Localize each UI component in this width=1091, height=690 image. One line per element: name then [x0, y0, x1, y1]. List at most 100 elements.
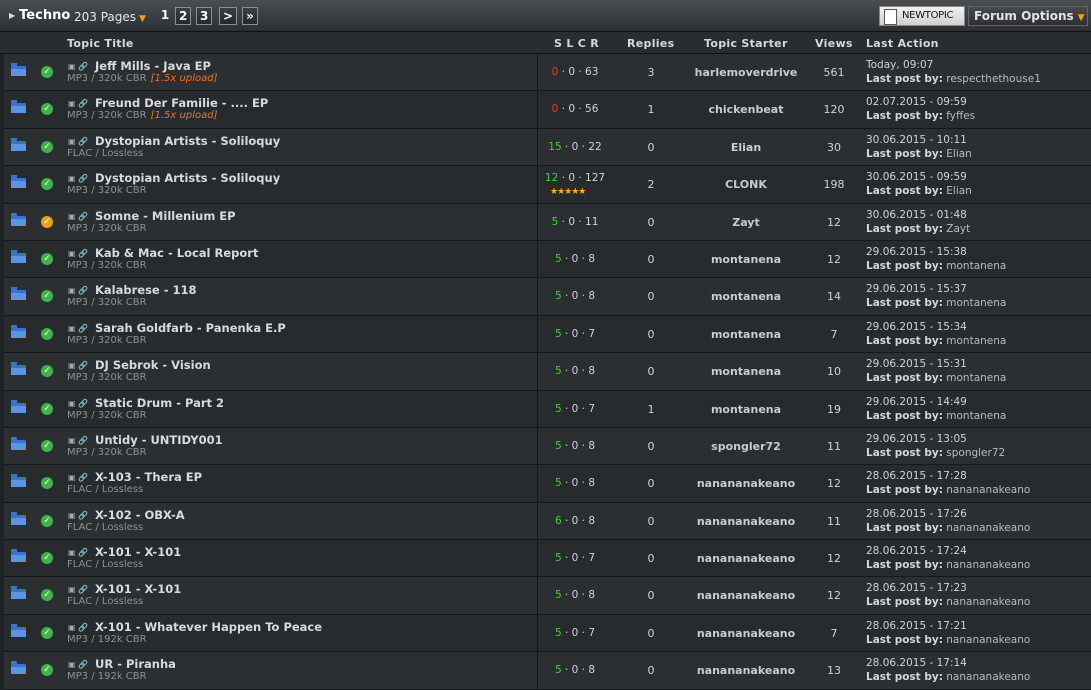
topic-title-link[interactable]: Dystopian Artists - Soliloquy — [95, 134, 280, 148]
topic-starter-link[interactable]: nanananakeano — [676, 664, 816, 677]
topic-title-link[interactable]: Jeff Mills - Java EP — [95, 59, 211, 73]
last-page-button[interactable]: » — [242, 7, 258, 25]
last-poster-link[interactable]: montanena — [946, 335, 1006, 347]
next-page-button[interactable]: > — [219, 7, 238, 25]
col-views[interactable]: Views — [815, 37, 853, 50]
col-replies[interactable]: Replies — [627, 37, 674, 50]
topic-title-link[interactable]: Kab & Mac - Local Report — [95, 246, 258, 260]
last-poster-link[interactable]: montanena — [946, 410, 1006, 422]
topic-starter-link[interactable]: nanananakeano — [676, 589, 816, 602]
topic-title-link[interactable]: Static Drum - Part 2 — [95, 396, 224, 410]
last-poster-link[interactable]: nanananakeano — [946, 559, 1030, 571]
views-count: 11 — [827, 514, 841, 528]
last-poster-link[interactable]: spongler72 — [946, 447, 1005, 459]
col-topic-title[interactable]: Topic Title — [67, 37, 134, 50]
format-label: FLAC / Lossless — [67, 596, 144, 608]
torrent-attachment-icon[interactable]: ▣ 🔗 — [68, 660, 88, 669]
last-poster-link[interactable]: Elian — [946, 185, 972, 197]
torrent-attachment-icon[interactable]: ▣ 🔗 — [68, 212, 88, 221]
expand-arrow-icon[interactable]: ▶ — [9, 11, 15, 20]
torrent-attachment-icon[interactable]: ▣ 🔗 — [68, 62, 88, 71]
topic-title-link[interactable]: UR - Piranha — [95, 657, 176, 671]
last-poster-link[interactable]: Elian — [946, 148, 972, 160]
slcr-stats: 15 · 0 · 22 — [540, 141, 610, 153]
topic-title-link[interactable]: X-101 - X-101 — [95, 582, 181, 596]
col-last-action[interactable]: Last Action — [866, 37, 939, 50]
last-poster-link[interactable]: nanananakeano — [946, 484, 1030, 496]
topic-title-link[interactable]: X-102 - OBX-A — [95, 508, 185, 522]
last-poster-link[interactable]: montanena — [946, 297, 1006, 309]
last-post-info: Last post by: spongler72 — [866, 447, 1005, 459]
topic-starter-link[interactable]: nanananakeano — [676, 552, 816, 565]
topic-starter-link[interactable]: nanananakeano — [676, 477, 816, 490]
last-poster-link[interactable]: Zayt — [946, 223, 970, 235]
topic-title-link[interactable]: X-101 - Whatever Happen To Peace — [95, 620, 322, 634]
pages-dropdown[interactable]: 203 Pages ▼ — [74, 10, 146, 24]
topic-starter-link[interactable]: montanena — [676, 328, 816, 341]
topic-starter-link[interactable]: Zayt — [676, 216, 816, 229]
topic-starter-link[interactable]: CLONK — [676, 178, 816, 191]
replies-count: 1 — [647, 402, 655, 416]
topic-starter-link[interactable]: Elian — [676, 141, 816, 154]
page-link-2[interactable]: 2 — [175, 7, 192, 25]
torrent-attachment-icon[interactable]: ▣ 🔗 — [68, 99, 88, 108]
topic-title-link[interactable]: X-103 - Thera EP — [95, 470, 202, 484]
last-poster-link[interactable]: fyffes — [946, 110, 975, 122]
last-poster-link[interactable]: nanananakeano — [946, 596, 1030, 608]
topic-format: FLAC / Lossless — [67, 559, 143, 570]
status-check-icon: ✓ — [41, 514, 53, 527]
views-count: 12 — [827, 215, 841, 229]
views-count: 12 — [827, 589, 841, 603]
topic-title-link[interactable]: DJ Sebrok - Vision — [95, 358, 211, 372]
last-poster-link[interactable]: nanananakeano — [946, 671, 1030, 683]
forum-options-dropdown[interactable]: Forum Options ▼ — [968, 6, 1088, 26]
new-topic-button[interactable]: NEWTOPIC — [879, 6, 965, 26]
topic-title-link[interactable]: Freund Der Familie - .... EP — [95, 96, 268, 110]
slcr-stats: 6 · 0 · 8 — [540, 515, 610, 527]
forum-title[interactable]: ▶ Techno — [9, 8, 70, 23]
torrent-attachment-icon[interactable]: ▣ 🔗 — [68, 361, 88, 370]
torrent-attachment-icon[interactable]: ▣ 🔗 — [68, 585, 88, 594]
replies-count: 0 — [647, 477, 655, 491]
topic-starter-link[interactable]: harlemoverdrive — [676, 66, 816, 79]
page-link-3[interactable]: 3 — [196, 7, 213, 25]
torrent-attachment-icon[interactable]: ▣ 🔗 — [68, 174, 88, 183]
topic-title-link[interactable]: Untidy - UNTIDY001 — [95, 433, 223, 447]
torrent-attachment-icon[interactable]: ▣ 🔗 — [68, 399, 88, 408]
last-poster-link[interactable]: nanananakeano — [946, 522, 1030, 534]
last-poster-link[interactable]: montanena — [946, 372, 1006, 384]
torrent-attachment-icon[interactable]: ▣ 🔗 — [68, 286, 88, 295]
torrent-attachment-icon[interactable]: ▣ 🔗 — [68, 324, 88, 333]
torrent-attachment-icon[interactable]: ▣ 🔗 — [68, 473, 88, 482]
topic-title-link[interactable]: Sarah Goldfarb - Panenka E.P — [95, 321, 286, 335]
torrent-attachment-icon[interactable]: ▣ 🔗 — [68, 548, 88, 557]
leechers-completed-count: · 0 · 7 — [564, 552, 596, 565]
status-check-icon: ✓ — [41, 365, 53, 378]
last-poster-link[interactable]: nanananakeano — [946, 634, 1030, 646]
topic-starter-link[interactable]: montanena — [676, 253, 816, 266]
topic-title-link[interactable]: X-101 - X-101 — [95, 545, 181, 559]
topic-starter-link[interactable]: montanena — [676, 290, 816, 303]
topic-starter-link[interactable]: montanena — [676, 365, 816, 378]
topic-starter-link[interactable]: montanena — [676, 403, 816, 416]
topic-starter-link[interactable]: spongler72 — [676, 440, 816, 453]
torrent-attachment-icon[interactable]: ▣ 🔗 — [68, 436, 88, 445]
torrent-attachment-icon[interactable]: ▣ 🔗 — [68, 249, 88, 258]
last-poster-link[interactable]: respecthethouse1 — [946, 73, 1041, 85]
torrent-attachment-icon[interactable]: ▣ 🔗 — [68, 137, 88, 146]
topic-title-link[interactable]: Kalabrese - 118 — [95, 283, 197, 297]
topic-starter-link[interactable]: nanananakeano — [676, 515, 816, 528]
topic-starter-link[interactable]: nanananakeano — [676, 627, 816, 640]
torrent-attachment-icon[interactable]: ▣ 🔗 — [68, 623, 88, 632]
col-slcr[interactable]: S L C R — [554, 37, 599, 50]
last-poster-link[interactable]: montanena — [946, 260, 1006, 272]
leechers-completed-count: · 0 · 56 — [561, 103, 599, 116]
leechers-completed-count: · 0 · 8 — [564, 252, 596, 265]
topic-starter-link[interactable]: chickenbeat — [676, 103, 816, 116]
topic-title-link[interactable]: Somne - Millenium EP — [95, 209, 236, 223]
folder-icon — [11, 511, 26, 525]
topic-title-link[interactable]: Dystopian Artists - Soliloquy — [95, 171, 280, 185]
torrent-attachment-icon[interactable]: ▣ 🔗 — [68, 511, 88, 520]
status-check-icon: ✓ — [41, 552, 53, 565]
col-topic-starter[interactable]: Topic Starter — [704, 37, 788, 50]
